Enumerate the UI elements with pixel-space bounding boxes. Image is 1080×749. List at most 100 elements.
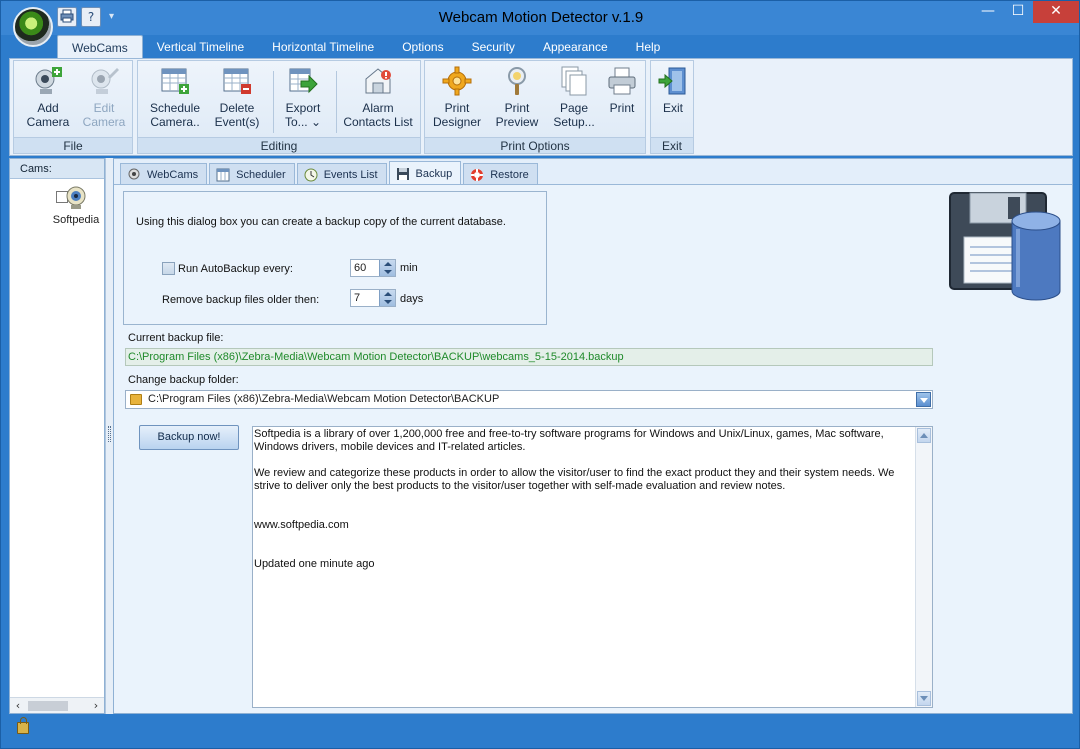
spinner-arrows-icon[interactable] bbox=[379, 260, 395, 276]
tab-events-list[interactable]: Events List bbox=[296, 163, 387, 185]
lock-icon[interactable] bbox=[17, 717, 29, 734]
ribbon-tab-webcams[interactable]: WebCams bbox=[57, 35, 143, 59]
scroll-down-icon[interactable] bbox=[917, 691, 931, 706]
autobackup-interval-spinner[interactable]: 60 bbox=[350, 259, 396, 277]
exit-button[interactable]: Exit bbox=[653, 65, 693, 115]
print-designer-button[interactable]: Print Designer bbox=[429, 65, 485, 129]
minimize-button[interactable]: — bbox=[973, 1, 1003, 23]
edit-camera-button[interactable]: Edit Camera bbox=[78, 65, 130, 129]
add-camera-icon bbox=[32, 65, 64, 97]
app-menu-orb-icon[interactable] bbox=[13, 7, 53, 47]
print-label-1: Print bbox=[609, 101, 635, 115]
print-preview-label-2: Preview bbox=[495, 115, 539, 129]
exit-label: Exit bbox=[662, 101, 683, 115]
ribbon-separator bbox=[273, 71, 274, 133]
scroll-up-icon[interactable] bbox=[917, 428, 931, 443]
edit-camera-label-1: Edit bbox=[93, 101, 115, 115]
add-camera-label-2: Camera bbox=[26, 115, 70, 129]
tab-scheduler[interactable]: Scheduler bbox=[209, 163, 295, 185]
alarm-contacts-label-2: Contacts List bbox=[343, 115, 413, 129]
grid-icon bbox=[216, 168, 230, 182]
horizontal-scrollbar[interactable]: ‹ › bbox=[10, 697, 104, 713]
print-preview-label-1: Print bbox=[504, 101, 530, 115]
print-designer-label-2: Designer bbox=[432, 115, 482, 129]
ribbon-group-exit: Exit Exit bbox=[650, 60, 694, 154]
scroll-thumb[interactable] bbox=[28, 701, 68, 711]
webcam-icon bbox=[127, 168, 141, 182]
exit-door-icon bbox=[657, 65, 689, 97]
webcam-icon bbox=[66, 186, 86, 209]
notes-text: Softpedia is a library of over 1,200,000… bbox=[254, 428, 895, 570]
app-window: Webcam Motion Detector v.1.9 ? ▾ — ☐ ✕ W… bbox=[0, 0, 1080, 749]
scroll-left-icon[interactable]: ‹ bbox=[10, 698, 26, 714]
autobackup-settings-box: Using this dialog box you can create a b… bbox=[123, 191, 547, 325]
ribbon-group-print-options: Print Designer Print Preview Page Setup.… bbox=[424, 60, 646, 154]
delete-events-button[interactable]: Delete Event(s) ⌄ bbox=[208, 65, 266, 143]
autobackup-interval-value: 60 bbox=[354, 262, 367, 274]
cam-label: Softpedia bbox=[52, 214, 100, 226]
backup-intro-text: Using this dialog box you can create a b… bbox=[136, 216, 506, 228]
schedule-grid-icon bbox=[159, 65, 191, 97]
panel-splitter[interactable] bbox=[105, 158, 113, 714]
ribbon-tab-security[interactable]: Security bbox=[458, 35, 529, 59]
title-bar: Webcam Motion Detector v.1.9 ? ▾ — ☐ ✕ bbox=[1, 1, 1079, 35]
ribbon-tab-horizontal-timeline[interactable]: Horizontal Timeline bbox=[258, 35, 388, 59]
edit-camera-icon bbox=[88, 65, 120, 97]
cam-list-item[interactable]: Softpedia bbox=[48, 185, 104, 226]
export-to-button[interactable]: Export To... ⌄ bbox=[276, 65, 330, 129]
alarm-contacts-label-1: Alarm bbox=[362, 101, 394, 115]
add-camera-label-1: Add bbox=[37, 101, 59, 115]
vertical-scrollbar[interactable] bbox=[915, 427, 932, 707]
export-to-label-1: Export bbox=[285, 101, 321, 115]
content-tabs: WebCams Scheduler Events List Backup Res… bbox=[120, 161, 538, 185]
customize-qat-dropdown[interactable]: ▾ bbox=[109, 7, 114, 27]
chevron-down-icon[interactable] bbox=[916, 392, 931, 407]
maximize-button[interactable]: ☐ bbox=[1003, 1, 1033, 23]
delete-events-label-1: Delete bbox=[219, 101, 255, 115]
tab-webcams[interactable]: WebCams bbox=[120, 163, 208, 185]
printer-icon[interactable] bbox=[57, 7, 77, 27]
group-label-file: File bbox=[14, 137, 132, 153]
autobackup-checkbox[interactable] bbox=[162, 262, 175, 275]
scroll-right-icon[interactable]: › bbox=[88, 698, 104, 714]
tab-backup[interactable]: Backup bbox=[388, 161, 462, 185]
ribbon-tab-appearance[interactable]: Appearance bbox=[529, 35, 622, 59]
lifebuoy-icon bbox=[470, 168, 484, 182]
backup-folder-select[interactable]: C:\Program Files (x86)\Zebra-Media\Webca… bbox=[125, 390, 933, 409]
print-preview-button[interactable]: Print Preview bbox=[489, 65, 545, 129]
remove-days-spinner[interactable]: 7 bbox=[350, 289, 396, 307]
autobackup-unit: min bbox=[400, 262, 418, 274]
close-button[interactable]: ✕ bbox=[1033, 1, 1079, 23]
window-controls: — ☐ ✕ bbox=[973, 1, 1079, 23]
alarm-contacts-button[interactable]: Alarm Contacts List bbox=[338, 65, 418, 129]
print-button[interactable]: Print bbox=[601, 65, 643, 115]
add-camera-button[interactable]: Add Camera bbox=[22, 65, 74, 129]
help-icon[interactable]: ? bbox=[81, 7, 101, 27]
change-backup-folder-label: Change backup folder: bbox=[128, 374, 239, 386]
ribbon: Add Camera Edit Camera File Schedule Cam… bbox=[9, 58, 1073, 156]
ribbon-tab-help[interactable]: Help bbox=[622, 35, 675, 59]
ribbon-tab-vertical-timeline[interactable]: Vertical Timeline bbox=[143, 35, 258, 59]
group-label-editing: Editing bbox=[138, 137, 420, 153]
backup-now-button[interactable]: Backup now! bbox=[139, 425, 239, 450]
floppy-icon bbox=[396, 167, 410, 181]
schedule-camera-label-1: Schedule bbox=[149, 101, 201, 115]
quick-access-toolbar: ? ▾ bbox=[57, 7, 114, 27]
notes-textarea[interactable]: Softpedia is a library of over 1,200,000… bbox=[252, 426, 933, 708]
tab-restore[interactable]: Restore bbox=[463, 163, 538, 185]
spinner-arrows-icon[interactable] bbox=[379, 290, 395, 306]
schedule-camera-label-2: Camera.. bbox=[150, 115, 200, 129]
ribbon-group-file: Add Camera Edit Camera File bbox=[13, 60, 133, 154]
export-to-label-2: To... ⌄ bbox=[284, 115, 322, 129]
autobackup-label: Run AutoBackup every: bbox=[178, 263, 293, 275]
folder-icon bbox=[130, 394, 142, 405]
page-setup-button[interactable]: Page Setup... bbox=[549, 65, 599, 129]
ribbon-tab-options[interactable]: Options bbox=[388, 35, 457, 59]
export-icon bbox=[287, 65, 319, 97]
window-title: Webcam Motion Detector v.1.9 bbox=[438, 9, 644, 26]
remove-old-label: Remove backup files older then: bbox=[162, 294, 320, 306]
remove-days-value: 7 bbox=[354, 292, 361, 304]
print-designer-label-1: Print bbox=[444, 101, 470, 115]
schedule-camera-button[interactable]: Schedule Camera.. bbox=[144, 65, 206, 129]
cams-panel: Cams: Softpedia ‹ › bbox=[9, 158, 105, 714]
